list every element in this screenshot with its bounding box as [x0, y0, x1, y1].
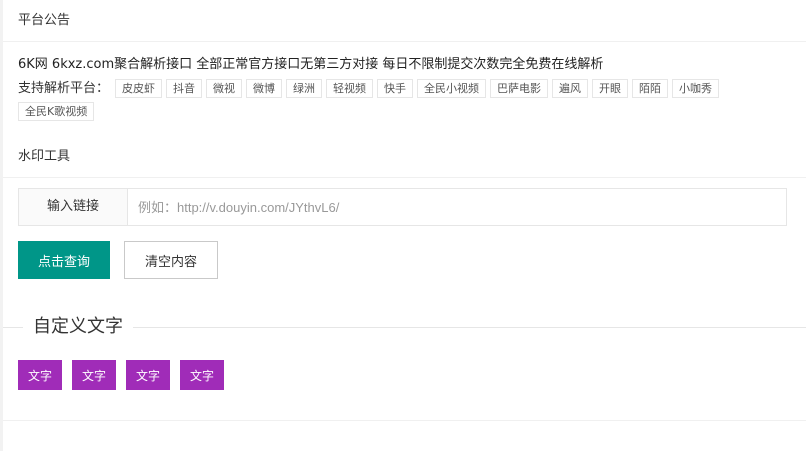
announcement-body: 6K网 6kxz.com聚合解析接口 全部正常官方接口无第三方对接 每日不限制提… [3, 42, 806, 125]
platform-tag: 抖音 [166, 79, 203, 98]
link-input[interactable] [128, 189, 786, 225]
platform-tag: 全民小视频 [417, 79, 487, 98]
platform-tag: 微视 [206, 79, 243, 98]
platform-tag: 全民K歌视频 [18, 102, 95, 121]
platform-tag: 小咖秀 [672, 79, 720, 98]
clear-button[interactable]: 清空内容 [124, 241, 218, 279]
platform-tag: 开眼 [592, 79, 629, 98]
platform-tag: 快手 [377, 79, 414, 98]
platform-tag: 微博 [246, 79, 283, 98]
announcement-header: 平台公告 [3, 0, 806, 42]
tool-header: 水印工具 [3, 136, 806, 178]
link-input-group: 输入链接 [18, 188, 787, 226]
platform-list: 支持解析平台： 皮皮虾 抖音 微视 微博 绿洲 轻视频 快手 全民小视频 巴萨电… [18, 79, 791, 125]
platform-tag: 皮皮虾 [115, 79, 163, 98]
link-input-label: 输入链接 [19, 189, 128, 225]
query-button[interactable]: 点击查询 [18, 241, 110, 279]
platform-tag: 轻视频 [326, 79, 374, 98]
platform-tag: 陌陌 [632, 79, 669, 98]
text-button[interactable]: 文字 [126, 360, 170, 390]
platform-tag: 巴萨电影 [490, 79, 549, 98]
footer-divider [3, 420, 806, 421]
text-button[interactable]: 文字 [180, 360, 224, 390]
platform-label: 支持解析平台： [18, 81, 110, 96]
main-card: 平台公告 6K网 6kxz.com聚合解析接口 全部正常官方接口无第三方对接 每… [3, 0, 806, 451]
custom-text-legend: 自定义文字 [23, 314, 133, 340]
text-button[interactable]: 文字 [72, 360, 116, 390]
platform-tag: 遍风 [552, 79, 589, 98]
announcement-text: 6K网 6kxz.com聚合解析接口 全部正常官方接口无第三方对接 每日不限制提… [18, 57, 604, 72]
text-button[interactable]: 文字 [18, 360, 62, 390]
platform-tag: 绿洲 [286, 79, 323, 98]
